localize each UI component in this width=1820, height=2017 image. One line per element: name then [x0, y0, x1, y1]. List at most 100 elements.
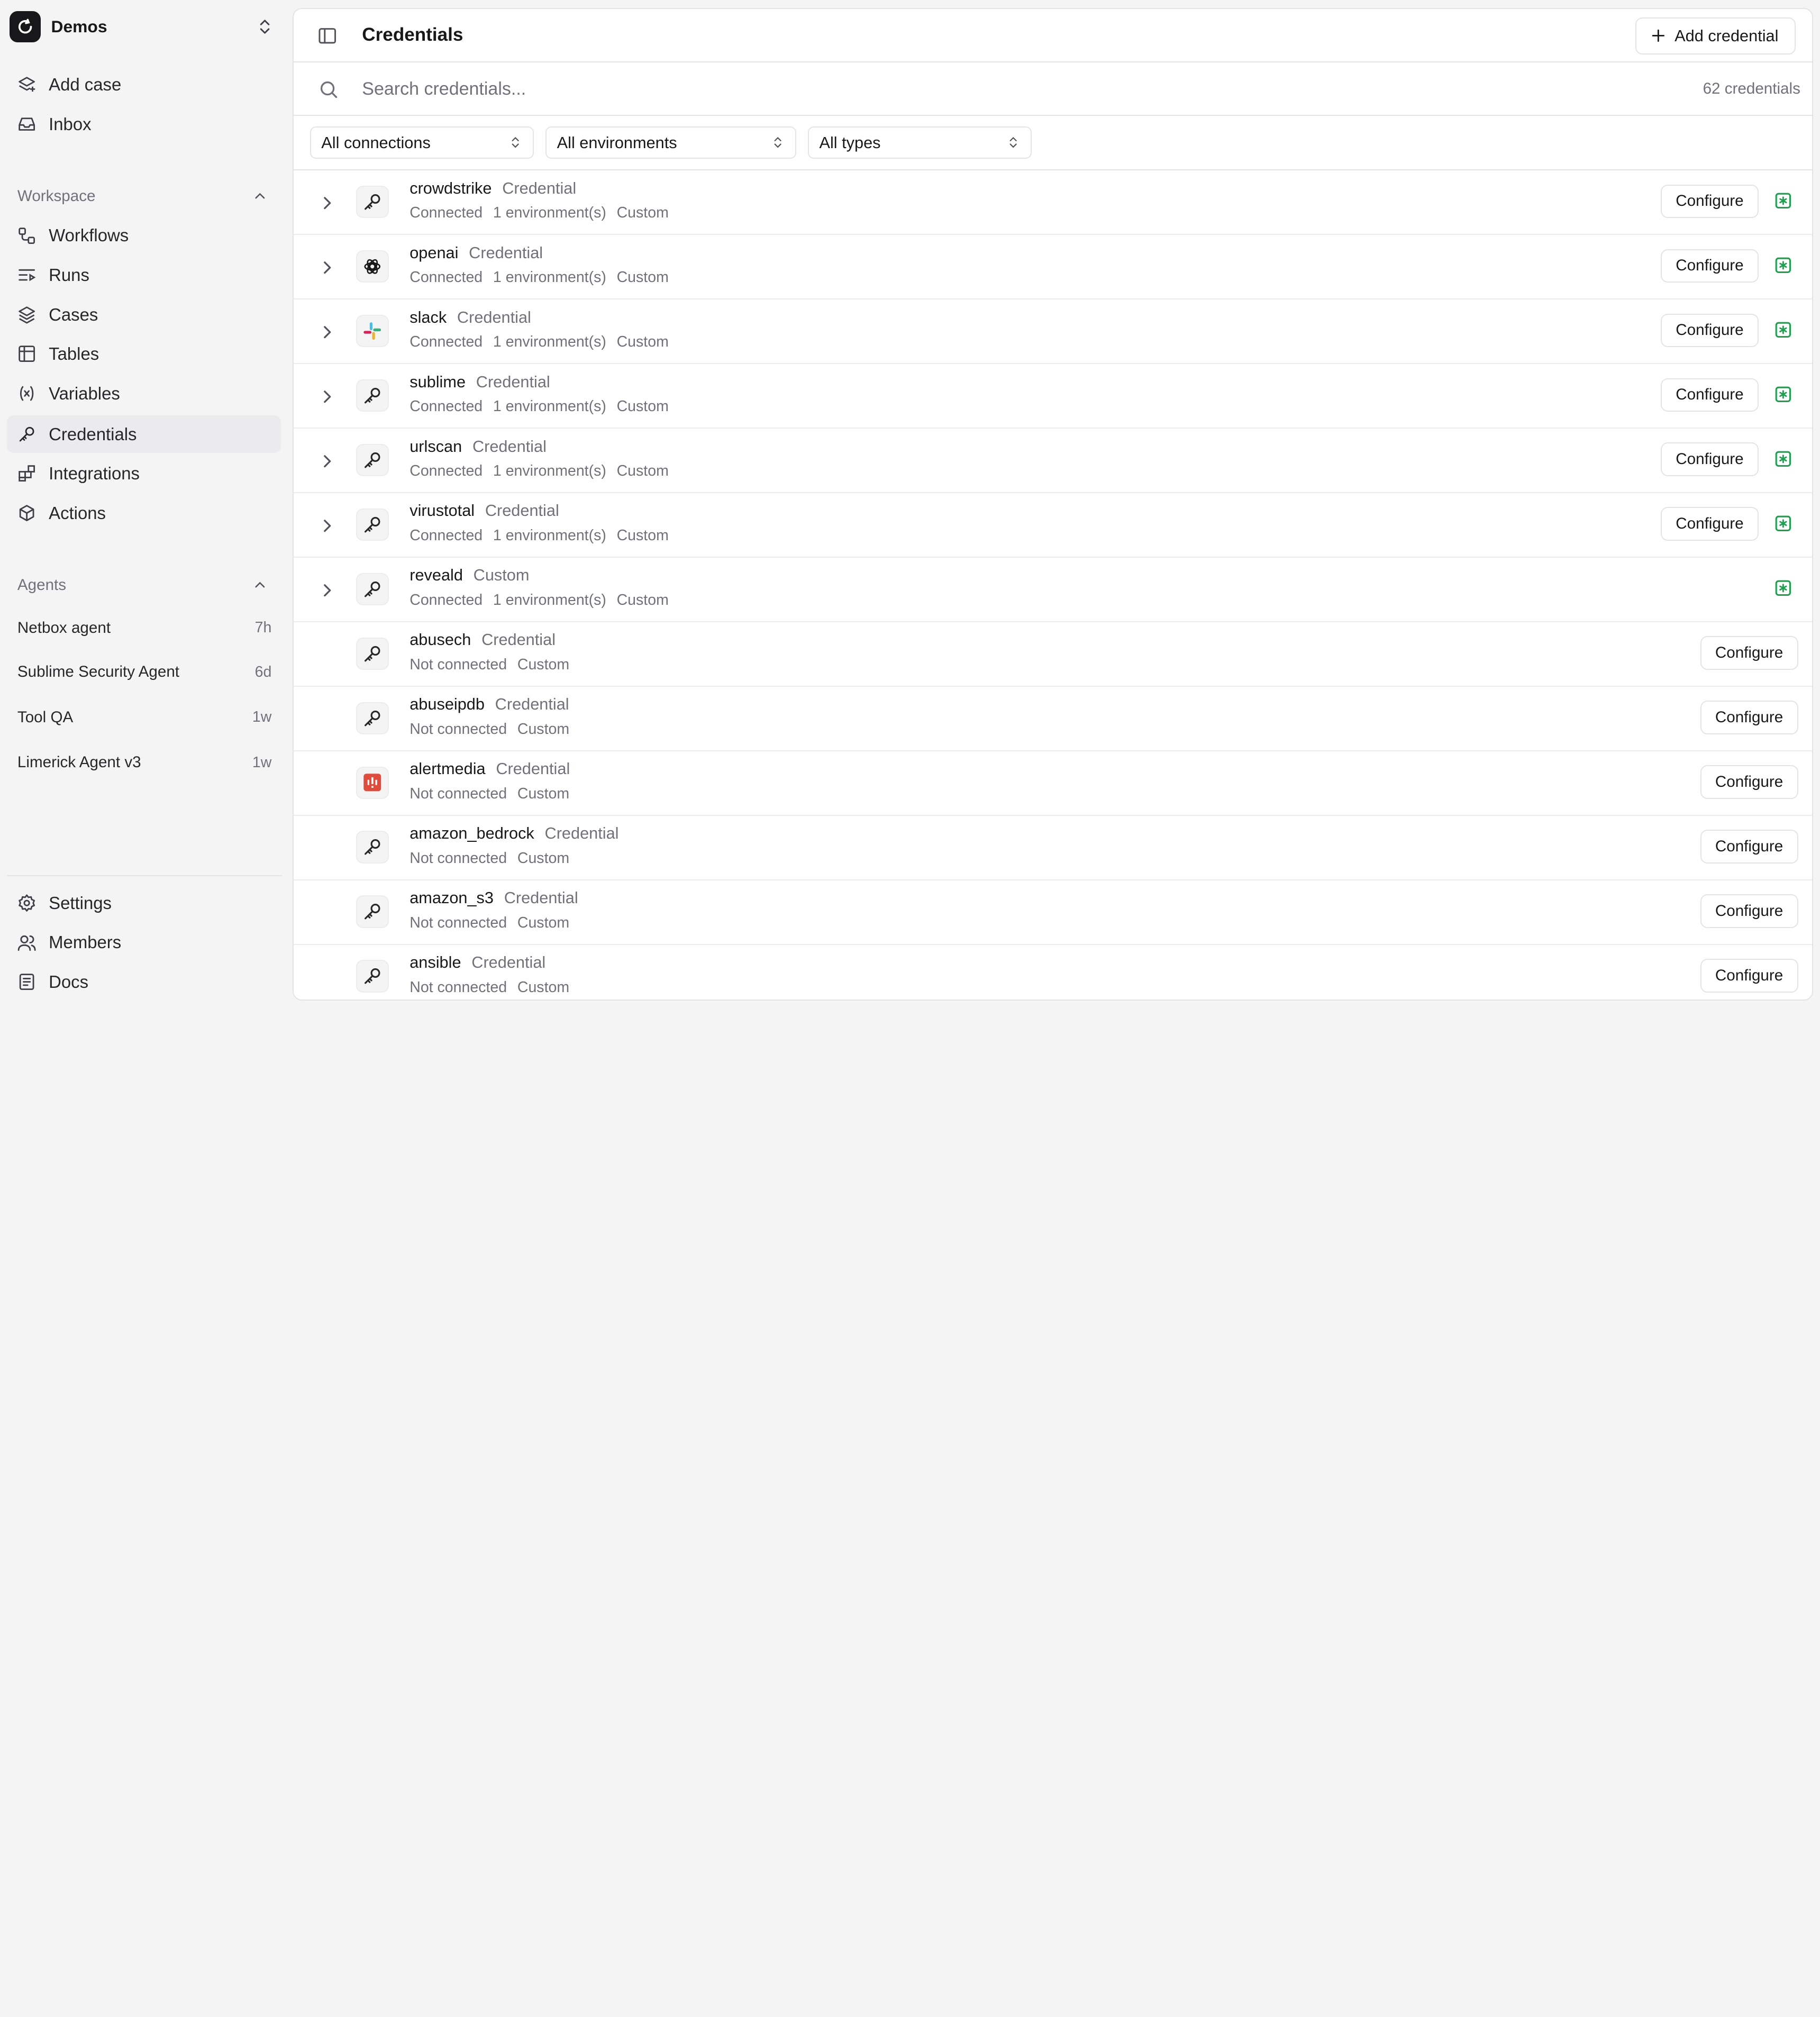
credential-type: Custom [616, 591, 669, 608]
credential-kind: Credential [485, 501, 559, 520]
nav-variables[interactable]: Variables [7, 375, 281, 412]
credential-row[interactable]: alertmedia Credential Not connected Custom C… [293, 751, 1812, 816]
search-icon [320, 81, 338, 98]
nav-label: Tables [49, 344, 99, 364]
nav-docs[interactable]: Docs [7, 964, 281, 1001]
workspace-switcher[interactable]: Demos [9, 11, 277, 43]
nav-cases[interactable]: Cases [7, 296, 281, 333]
credential-type: Custom [517, 785, 570, 802]
credential-kind: Credential [496, 759, 570, 778]
connection-status: Connected [410, 462, 483, 479]
book-icon [16, 971, 37, 992]
chevron-right-icon[interactable] [317, 580, 338, 601]
connections-filter-select[interactable]: All connections [310, 126, 534, 159]
key-icon [356, 895, 389, 928]
types-filter-select[interactable]: All types [807, 126, 1032, 159]
credential-name: urlscan [410, 437, 462, 456]
chevron-right-icon[interactable] [317, 515, 338, 536]
credentials-list: crowdstrike Credential Connected 1 environm… [293, 170, 1812, 1000]
add-credential-button[interactable]: Add credential [1635, 17, 1796, 54]
nav-label: Cases [49, 304, 98, 324]
agent-item[interactable]: Sublime Security Agent 6d [17, 659, 271, 685]
chevron-right-icon[interactable] [317, 386, 338, 407]
configure-button[interactable]: Configure [1700, 701, 1798, 734]
nav-label: Add case [49, 75, 122, 95]
credential-row[interactable]: ansible Credential Not connected Custom Conf… [294, 945, 1812, 1000]
credential-type: Custom [517, 720, 570, 738]
runs-icon [16, 265, 37, 285]
credential-row[interactable]: reveald Custom Connected 1 environment(s) Cu… [293, 558, 1812, 623]
nav-label: Members [49, 932, 122, 952]
credential-name: ansible [410, 953, 461, 972]
agent-name: Tool QA [17, 708, 74, 726]
nav-credentials[interactable]: Credentials [7, 415, 281, 453]
nav-settings[interactable]: Settings [7, 885, 281, 922]
credential-type: Custom [517, 849, 570, 867]
configure-button[interactable]: Configure [1660, 442, 1759, 477]
plus-icon [1652, 30, 1665, 42]
credential-row[interactable]: amazon_s3 Credential Not connected Custom Co… [293, 880, 1812, 945]
nav-members[interactable]: Members [7, 924, 281, 961]
credential-row[interactable]: openai Credential Connected 1 environment(s… [293, 235, 1812, 300]
chevrons-up-down-icon [260, 20, 269, 34]
configure-button[interactable]: Configure [1700, 636, 1798, 670]
nav-tables[interactable]: Tables [7, 335, 281, 372]
key-icon [356, 379, 389, 412]
filter-bar: All connections All environments All typ… [293, 116, 1812, 171]
credential-row[interactable]: crowdstrike Credential Connected 1 environm… [293, 170, 1812, 235]
agent-item[interactable]: Netbox agent 7h [17, 615, 271, 641]
chevron-right-icon[interactable] [317, 451, 338, 471]
credential-type: Custom [616, 462, 669, 479]
agent-item[interactable]: Tool QA 1w [17, 705, 271, 730]
nav-label: Settings [49, 893, 112, 913]
connection-status: Not connected [410, 849, 507, 867]
environment-count: 1 environment(s) [493, 333, 606, 350]
credential-row[interactable]: amazon_bedrock Credential Not connected Cus… [293, 816, 1812, 880]
search-input[interactable] [362, 75, 1407, 104]
chevrons-up-down-icon [512, 137, 519, 148]
agent-item[interactable]: Limerick Agent v3 1w [17, 750, 271, 775]
configure-button[interactable]: Configure [1700, 830, 1798, 864]
credential-type: Custom [616, 397, 669, 415]
add-credential-label: Add credential [1675, 26, 1779, 45]
workspace-section-toggle[interactable]: Workspace [17, 185, 273, 208]
sidebar-toggle-icon[interactable] [317, 25, 338, 46]
configure-button[interactable]: Configure [1660, 184, 1759, 219]
chevron-right-icon[interactable] [317, 257, 338, 278]
credential-kind: Credential [476, 372, 550, 391]
nav-inbox[interactable]: Inbox [7, 106, 281, 143]
credential-row[interactable]: urlscan Credential Connected 1 environment(… [293, 429, 1812, 494]
workspace-logo-icon [9, 11, 41, 43]
variable-icon [16, 383, 37, 404]
environments-filter-select[interactable]: All environments [545, 126, 796, 159]
environment-count: 1 environment(s) [493, 268, 606, 286]
chevron-right-icon[interactable] [317, 193, 338, 213]
nav-actions[interactable]: Actions [7, 495, 281, 532]
credential-kind: Credential [504, 888, 578, 907]
configure-button[interactable]: Configure [1700, 894, 1798, 928]
chevron-right-icon[interactable] [317, 322, 338, 342]
nav-integrations[interactable]: Integrations [7, 455, 281, 492]
nav-add-case[interactable]: Add case [7, 66, 281, 103]
nav-workflows[interactable]: Workflows [7, 217, 281, 254]
credential-name: abuseipdb [410, 695, 485, 714]
chevrons-up-down-icon [1009, 137, 1017, 148]
agent-name: Sublime Security Agent [17, 663, 180, 681]
credential-row[interactable]: virustotal Credential Connected 1 environme… [293, 493, 1812, 558]
credential-row[interactable]: slack Credential Connected 1 environment(s)… [293, 299, 1812, 365]
section-title: Agents [17, 576, 67, 594]
credential-row[interactable]: abusech Credential Not connected Custom Conf… [293, 622, 1812, 687]
configure-button[interactable]: Configure [1660, 249, 1759, 283]
connected-status-icon [1775, 451, 1791, 467]
configure-button[interactable]: Configure [1660, 378, 1759, 412]
configure-button[interactable]: Configure [1660, 507, 1759, 541]
credential-name: amazon_s3 [410, 888, 494, 907]
nav-runs[interactable]: Runs [7, 257, 281, 294]
configure-button[interactable]: Configure [1700, 959, 1798, 993]
credentials-count: 62 credentials [1703, 80, 1800, 98]
agents-section-toggle[interactable]: Agents [17, 574, 273, 597]
credential-row[interactable]: abuseipdb Credential Not connected Custom Co… [293, 687, 1812, 751]
configure-button[interactable]: Configure [1660, 313, 1759, 348]
configure-button[interactable]: Configure [1700, 765, 1798, 799]
credential-row[interactable]: sublime Credential Connected 1 environment(… [293, 364, 1812, 429]
